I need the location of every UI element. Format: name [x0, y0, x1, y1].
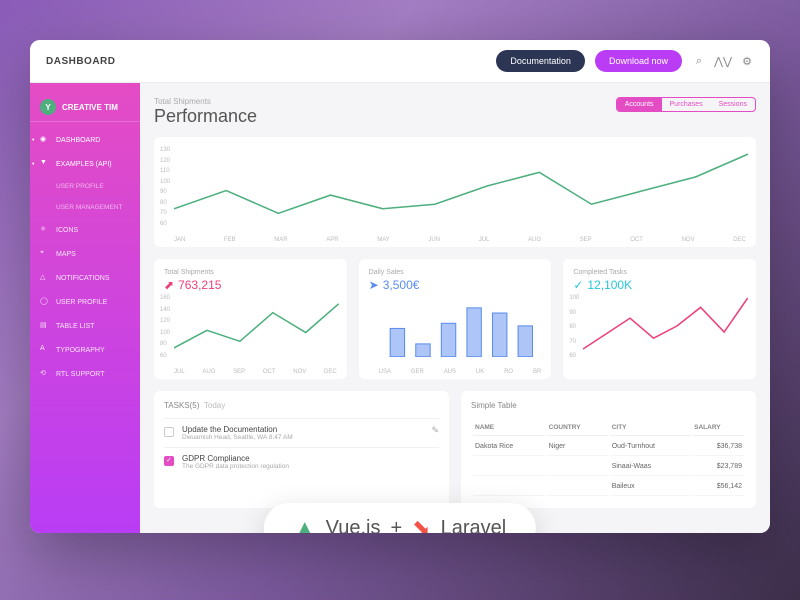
performance-line-icon: [174, 145, 748, 227]
chart-tabs: Accounts Purchases Sessions: [616, 97, 756, 112]
task-checkbox[interactable]: [164, 427, 174, 437]
task-row: GDPR Compliance The GDPR data protection…: [164, 447, 439, 476]
tasks-chart-value: 12,100K: [587, 278, 632, 292]
trend-up-icon: ⬈: [164, 278, 174, 292]
tab-sessions[interactable]: Sessions: [711, 98, 755, 111]
sidebar-item-examples[interactable]: ▼EXAMPLES (API): [30, 152, 140, 176]
laravel-logo-icon: ⬊: [412, 515, 430, 533]
shipments-value: 763,215: [178, 278, 221, 292]
main-content: Total Shipments Performance Accounts Pur…: [140, 83, 770, 533]
tasks-title: TASKS(5): [164, 401, 199, 410]
chart-subtitle: Total Shipments: [154, 97, 616, 106]
task-checkbox[interactable]: [164, 456, 174, 466]
shipments-label: Total Shipments: [164, 269, 337, 276]
performance-chart: 13012011010090807060 JANFEBMARAPRMAYJUNJ…: [154, 137, 756, 247]
sidebar-item-typography[interactable]: ATYPOGRAPHY: [30, 338, 140, 362]
table-title: Simple Table: [471, 401, 746, 410]
sidebar: Y CREATIVE TIM ◉DASHBOARD ▼EXAMPLES (API…: [30, 83, 140, 533]
sidebar-item-rtl[interactable]: ⟲RTL SUPPORT: [30, 362, 140, 386]
typography-icon: A: [40, 345, 50, 355]
sales-card: Daily Sales ➤3,500€ USAGERAUSUKROBR: [359, 259, 552, 379]
tab-accounts[interactable]: Accounts: [617, 98, 662, 111]
shipments-card: Total Shipments ⬈763,215 160140120100806…: [154, 259, 347, 379]
sidebar-item-dashboard[interactable]: ◉DASHBOARD: [30, 128, 140, 152]
brand-logo-icon: Y: [40, 99, 56, 115]
tech-badge: ▲ Vue.js + ⬊ Laravel: [264, 503, 536, 533]
sidebar-item-user-profile-sub[interactable]: USER PROFILE: [30, 176, 140, 197]
table-row[interactable]: Baileux$56,142: [473, 478, 744, 496]
chart-title: Performance: [154, 106, 616, 127]
task-subtitle: Dwuamish Head, Seattle, WA 8:47 AM: [182, 434, 423, 441]
sidebar-item-icons[interactable]: ⚛ICONS: [30, 218, 140, 242]
sidebar-item-notifications[interactable]: △NOTIFICATIONS: [30, 266, 140, 290]
pin-icon: ⌖: [40, 249, 50, 259]
brand[interactable]: Y CREATIVE TIM: [30, 93, 140, 122]
tasks-panel: TASKS(5) Today Update the Documentation …: [154, 391, 449, 508]
search-icon[interactable]: ⌕: [692, 54, 706, 68]
plus-label: +: [390, 517, 402, 534]
sidebar-item-user-profile[interactable]: ◯USER PROFILE: [30, 290, 140, 314]
settings-icon[interactable]: ⚙: [740, 54, 754, 68]
laravel-label: Laravel: [441, 517, 507, 534]
documentation-button[interactable]: Documentation: [496, 50, 585, 72]
vue-label: Vue.js: [326, 517, 381, 534]
page-title: DASHBOARD: [46, 56, 116, 67]
sales-label: Daily Sales: [369, 269, 542, 276]
tab-purchases[interactable]: Purchases: [662, 98, 711, 111]
brand-label: CREATIVE TIM: [62, 103, 118, 112]
vue-logo-icon: ▲: [294, 515, 316, 533]
simple-table: NAMECOUNTRYCITYSALARY Dakota RiceNigerOu…: [471, 418, 746, 498]
topbar: DASHBOARD Documentation Download now ⌕ ⋀…: [30, 40, 770, 83]
tasks-card: Completed Tasks ✓12,100K 10090807060: [563, 259, 756, 379]
task-title: Update the Documentation: [182, 425, 423, 434]
tasks-chart-label: Completed Tasks: [573, 269, 746, 276]
task-subtitle: The GDPR data protection regulation: [182, 463, 439, 470]
table-row[interactable]: Sinaai-Waas$23,789: [473, 458, 744, 476]
dashboard-icon: ◉: [40, 135, 50, 145]
examples-icon: ▼: [40, 159, 50, 169]
activity-icon[interactable]: ⋀⋁: [716, 54, 730, 68]
send-icon: ➤: [369, 278, 379, 292]
atom-icon: ⚛: [40, 225, 50, 235]
sales-bars-icon: [379, 295, 544, 357]
table-row[interactable]: Dakota RiceNigerOud-Turnhout$36,738: [473, 438, 744, 456]
sidebar-item-table-list[interactable]: ▤TABLE LIST: [30, 314, 140, 338]
app-window: DASHBOARD Documentation Download now ⌕ ⋀…: [30, 40, 770, 533]
edit-icon[interactable]: ✎: [431, 425, 439, 436]
task-row: Update the Documentation Dwuamish Head, …: [164, 418, 439, 447]
sidebar-item-maps[interactable]: ⌖MAPS: [30, 242, 140, 266]
check-icon: ✓: [573, 278, 583, 292]
tasks-line-icon: [583, 295, 748, 357]
rtl-icon: ⟲: [40, 369, 50, 379]
bell-icon: △: [40, 273, 50, 283]
table-icon: ▤: [40, 321, 50, 331]
table-panel: Simple Table NAMECOUNTRYCITYSALARY Dakot…: [461, 391, 756, 508]
user-icon: ◯: [40, 297, 50, 307]
task-title: GDPR Compliance: [182, 454, 439, 463]
sidebar-item-user-management[interactable]: USER MANAGEMENT: [30, 197, 140, 218]
shipments-line-icon: [174, 295, 339, 357]
sales-value: 3,500€: [383, 278, 420, 292]
tasks-subtitle: Today: [204, 401, 225, 410]
download-button[interactable]: Download now: [595, 50, 682, 72]
